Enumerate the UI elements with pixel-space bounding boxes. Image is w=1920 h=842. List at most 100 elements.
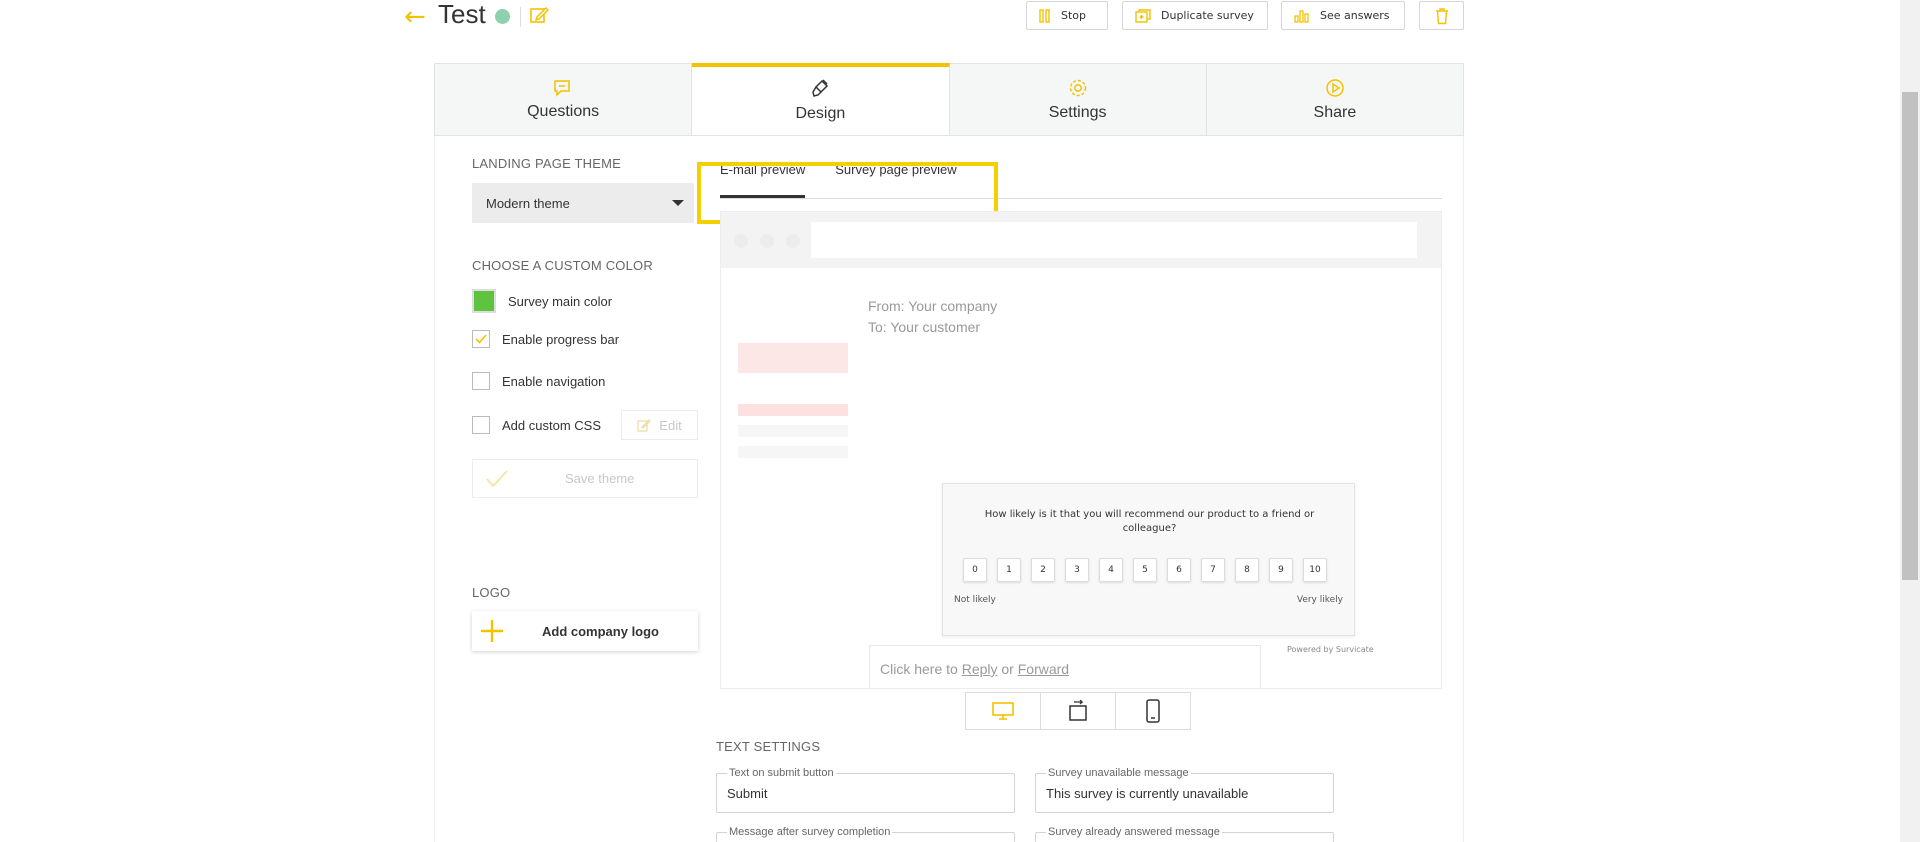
window-dot (760, 234, 774, 248)
scrollbar-thumb[interactable] (1902, 92, 1918, 580)
custom-css-checkbox[interactable] (472, 416, 490, 434)
edit-title-icon[interactable] (529, 5, 550, 25)
tab-questions[interactable]: Questions (435, 64, 693, 135)
survey-card: How likely is it that you will recommend… (942, 483, 1355, 636)
main-color-label: Survey main color (508, 293, 613, 309)
already-answered-legend: Survey already answered message (1046, 826, 1222, 838)
high-label: Very likely (1296, 595, 1343, 605)
bar-chart-icon (1294, 9, 1309, 23)
save-theme-button[interactable]: Save theme (472, 459, 698, 498)
low-label: Not likely (954, 595, 996, 605)
mail-body: From: Your company To: Your customer How… (721, 268, 1441, 688)
navigation-checkbox[interactable] (472, 372, 490, 390)
progress-bar-checkbox[interactable] (472, 330, 490, 348)
trash-icon (1435, 7, 1448, 24)
score-button[interactable]: 10 (1303, 558, 1327, 582)
see-answers-button[interactable]: See answers (1281, 1, 1405, 30)
score-button[interactable]: 0 (963, 558, 987, 582)
score-button[interactable]: 5 (1133, 558, 1157, 582)
tablet-view-button[interactable] (1041, 693, 1116, 729)
checkmark-icon (475, 334, 487, 344)
logo-title: LOGO (472, 585, 511, 600)
score-button[interactable]: 2 (1031, 558, 1055, 582)
see-answers-label: See answers (1320, 9, 1390, 22)
back-arrow-icon[interactable]: ← (404, 2, 426, 32)
gear-icon (1069, 79, 1086, 96)
submit-text-legend: Text on submit button (727, 767, 836, 779)
score-button[interactable]: 9 (1269, 558, 1293, 582)
navigation-label: Enable navigation (502, 373, 606, 389)
tab-questions-label: Questions (527, 102, 600, 120)
completion-message-legend: Message after survey completion (727, 826, 893, 838)
title-divider (520, 7, 521, 27)
top-bar: ← Test Stop Duplicate survey See answers (0, 0, 1900, 40)
mail-window-header (721, 212, 1441, 268)
tab-settings[interactable]: Settings (950, 64, 1207, 135)
status-dot-icon (495, 9, 510, 24)
main-color-swatch[interactable] (472, 289, 496, 313)
reply-text: Click here to Reply or Forward (880, 661, 1069, 677)
custom-css-label: Add custom CSS (502, 417, 601, 433)
device-switcher (965, 692, 1191, 730)
add-logo-button[interactable]: Add company logo (472, 611, 698, 651)
to-line: To: Your customer (868, 319, 981, 335)
main-color-row: Survey main color (472, 289, 612, 313)
duplicate-survey-button[interactable]: Duplicate survey (1122, 1, 1268, 30)
address-bar (811, 222, 1417, 258)
caret-down-icon (672, 200, 684, 206)
text-settings-title: TEXT SETTINGS (716, 739, 821, 754)
theme-select-value: Modern theme (486, 195, 570, 211)
already-answered-field[interactable]: Survey already answered message (1035, 826, 1334, 842)
placeholder-bar (738, 425, 848, 437)
submit-text-field[interactable]: Text on submit button Submit (716, 767, 1015, 813)
reply-link[interactable]: Reply (962, 661, 998, 677)
window-dot (734, 234, 748, 248)
duplicate-label: Duplicate survey (1161, 9, 1254, 22)
tab-design[interactable]: Design (692, 63, 950, 135)
survey-question: How likely is it that you will recommend… (984, 509, 1315, 534)
rotate-tablet-icon (1069, 700, 1087, 721)
reply-prefix: Click here to (880, 661, 958, 677)
unavailable-message-field[interactable]: Survey unavailable message This survey i… (1035, 767, 1334, 813)
window-dot (786, 234, 800, 248)
placeholder-bar (738, 404, 848, 416)
progress-bar-row: Enable progress bar (472, 330, 619, 348)
mobile-icon (1146, 699, 1160, 723)
navigation-row: Enable navigation (472, 372, 605, 390)
mobile-view-button[interactable] (1116, 693, 1190, 729)
forward-link[interactable]: Forward (1018, 661, 1069, 677)
desktop-icon (992, 702, 1014, 720)
reply-box: Click here to Reply or Forward (869, 645, 1261, 688)
duplicate-icon (1135, 8, 1151, 23)
email-preview: From: Your company To: Your customer How… (720, 211, 1442, 689)
delete-button[interactable] (1419, 1, 1464, 30)
check-icon (486, 469, 508, 487)
edit-css-button[interactable]: Edit (621, 410, 698, 440)
score-button[interactable]: 8 (1235, 558, 1259, 582)
edit-css-label: Edit (659, 417, 682, 433)
desktop-view-button[interactable] (966, 693, 1041, 729)
score-button[interactable]: 6 (1167, 558, 1191, 582)
score-button[interactable]: 4 (1099, 558, 1123, 582)
chat-icon (554, 79, 570, 97)
score-button[interactable]: 1 (997, 558, 1021, 582)
score-button[interactable]: 7 (1201, 558, 1225, 582)
tab-settings-label: Settings (1048, 103, 1107, 121)
brush-icon (812, 79, 829, 97)
tab-share[interactable]: Share (1207, 64, 1463, 135)
theme-select[interactable]: Modern theme (472, 183, 694, 223)
play-icon (1326, 78, 1344, 97)
reply-or: or (1001, 661, 1014, 677)
completion-message-field[interactable]: Message after survey completion (716, 826, 1015, 842)
survey-title: Test (438, 0, 486, 29)
unavailable-message-value: This survey is currently unavailable (1046, 786, 1249, 801)
landing-theme-title: LANDING PAGE THEME (472, 156, 622, 171)
from-line: From: Your company (868, 298, 998, 314)
pause-icon (1039, 8, 1050, 23)
scrollbar[interactable] (1900, 0, 1920, 842)
progress-bar-label: Enable progress bar (502, 331, 620, 347)
score-button[interactable]: 3 (1065, 558, 1089, 582)
stop-label: Stop (1061, 9, 1087, 22)
stop-button[interactable]: Stop (1026, 1, 1108, 30)
custom-color-title: CHOOSE A CUSTOM COLOR (472, 258, 653, 273)
